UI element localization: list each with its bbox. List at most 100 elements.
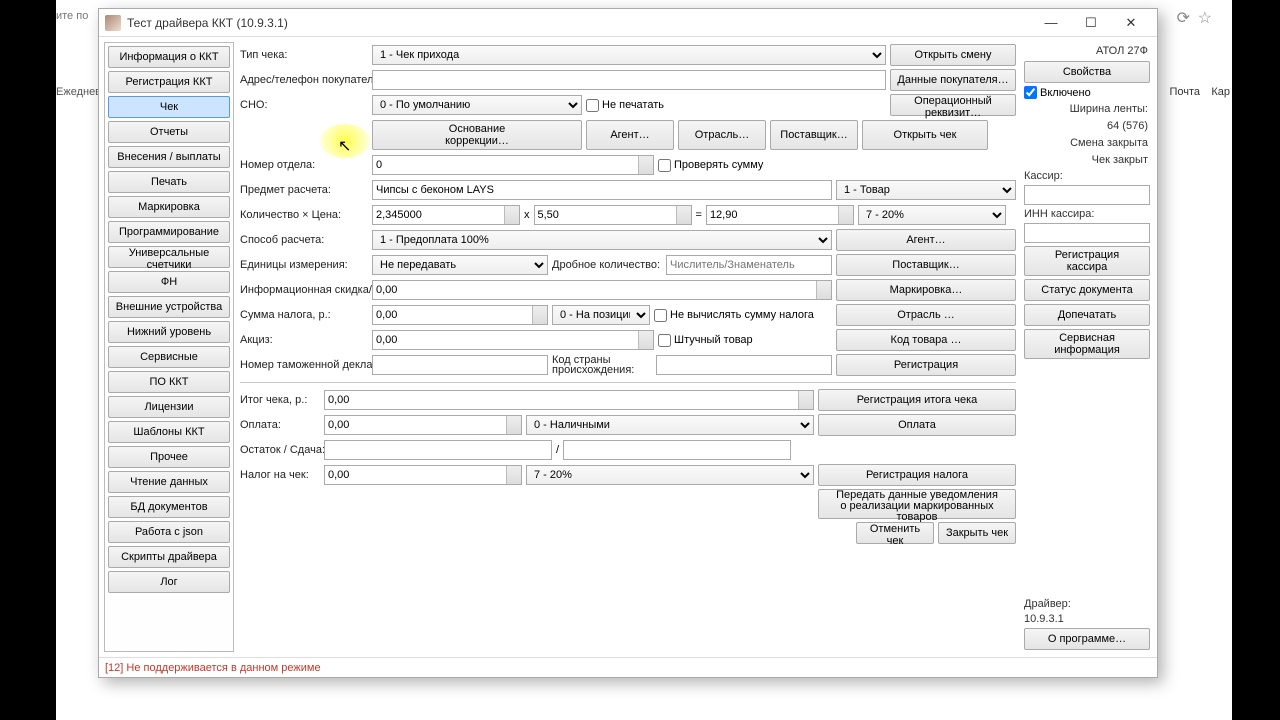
sidebar-item-14[interactable]: Лицензии — [108, 396, 230, 418]
sidebar-item-3[interactable]: Отчеты — [108, 121, 230, 143]
reload-icon[interactable]: ⟳ — [1177, 8, 1190, 28]
frac-label: Дробное количество: — [552, 259, 662, 271]
check-sum-check[interactable]: Проверять сумму — [658, 159, 763, 172]
inn-input[interactable] — [1024, 223, 1150, 243]
op-req-button[interactable]: Операционный реквизит… — [890, 94, 1016, 116]
sidebar-item-16[interactable]: Прочее — [108, 446, 230, 468]
bg-mail[interactable]: Почта — [1169, 86, 1200, 98]
sidebar-item-6[interactable]: Маркировка — [108, 196, 230, 218]
cashier-input[interactable] — [1024, 185, 1150, 205]
change-input[interactable] — [563, 440, 791, 460]
country-input[interactable] — [656, 355, 832, 375]
item-type-select[interactable]: 1 - Товар — [836, 180, 1016, 200]
addr-input[interactable] — [372, 70, 886, 90]
payment-button[interactable]: Оплата — [818, 414, 1016, 436]
pay-input[interactable] — [324, 415, 522, 435]
sidebar-item-20[interactable]: Скрипты драйвера — [108, 546, 230, 568]
sidebar-item-5[interactable]: Печать — [108, 171, 230, 193]
taxcheck-vat-select[interactable]: 7 - 20% — [526, 465, 814, 485]
dept-label: Номер отдела: — [240, 159, 368, 171]
sidebar-item-7[interactable]: Программирование — [108, 221, 230, 243]
enabled-check[interactable]: Включено — [1024, 86, 1150, 99]
tax-pos-select[interactable]: 0 - На позицию — [552, 305, 650, 325]
agent-button[interactable]: Агент… — [586, 120, 674, 150]
sidebar-item-9[interactable]: ФН — [108, 271, 230, 293]
device-name: АТОЛ 27Ф — [1024, 44, 1150, 58]
type-select[interactable]: 1 - Чек прихода — [372, 45, 886, 65]
star-icon[interactable]: ☆ — [1198, 8, 1212, 28]
sidebar-item-10[interactable]: Внешние устройства — [108, 296, 230, 318]
pay-type-select[interactable]: 0 - Наличными — [526, 415, 814, 435]
method-select[interactable]: 1 - Предоплата 100% — [372, 230, 832, 250]
buyer-data-button[interactable]: Данные покупателя… — [890, 69, 1016, 91]
open-shift-button[interactable]: Открыть смену — [890, 44, 1016, 66]
vat-select[interactable]: 7 - 20% — [858, 205, 1006, 225]
total-check-input[interactable] — [324, 390, 814, 410]
excise-input[interactable] — [372, 330, 654, 350]
sidebar-item-18[interactable]: БД документов — [108, 496, 230, 518]
tax-sum-input[interactable] — [372, 305, 548, 325]
price-input[interactable] — [534, 205, 692, 225]
type-label: Тип чека: — [240, 49, 368, 61]
reprint-button[interactable]: Допечатать — [1024, 304, 1150, 326]
sidebar-item-19[interactable]: Работа с json — [108, 521, 230, 543]
reg-cashier-button[interactable]: Регистрация кассира — [1024, 246, 1150, 276]
rest-input[interactable] — [324, 440, 552, 460]
basis-button[interactable]: Основание коррекции… — [372, 120, 582, 150]
close-check-button[interactable]: Закрыть чек — [938, 522, 1016, 544]
app-icon — [105, 15, 121, 31]
no-calc-tax-check[interactable]: Не вычислять сумму налога — [654, 309, 814, 322]
app-window: Тест драйвера ККТ (10.9.3.1) — ☐ ✕ Инфор… — [98, 8, 1158, 678]
sidebar-item-13[interactable]: ПО ККТ — [108, 371, 230, 393]
sidebar-item-0[interactable]: Информация о ККТ — [108, 46, 230, 68]
taxcheck-label: Налог на чек: — [240, 469, 320, 481]
taxcheck-input[interactable] — [324, 465, 522, 485]
sidebar-item-4[interactable]: Внесения / выплаты — [108, 146, 230, 168]
sidebar-item-8[interactable]: Универсальные счетчики — [108, 246, 230, 268]
sidebar-item-12[interactable]: Сервисные — [108, 346, 230, 368]
no-print-check[interactable]: Не печатать — [586, 99, 664, 112]
sidebar-item-21[interactable]: Лог — [108, 571, 230, 593]
item-input[interactable] — [372, 180, 832, 200]
sidebar-item-17[interactable]: Чтение данных — [108, 471, 230, 493]
industry-button[interactable]: Отрасль… — [678, 120, 766, 150]
marking-button[interactable]: Маркировка… — [836, 279, 1016, 301]
unit-select[interactable]: Не передавать — [372, 255, 548, 275]
service-button[interactable]: Сервисная информация — [1024, 329, 1150, 359]
disc-input[interactable] — [372, 280, 832, 300]
total-input[interactable] — [706, 205, 854, 225]
supplier-button[interactable]: Поставщик… — [770, 120, 858, 150]
reg-total-button[interactable]: Регистрация итога чека — [818, 389, 1016, 411]
industry2-button[interactable]: Отрасль … — [836, 304, 1016, 326]
rightbar: АТОЛ 27Ф Свойства Включено Ширина ленты:… — [1022, 42, 1152, 652]
agent2-button[interactable]: Агент… — [836, 229, 1016, 251]
piece-check[interactable]: Штучный товар — [658, 334, 753, 347]
about-button[interactable]: О программе… — [1024, 628, 1150, 650]
total-label: Итог чека, р.: — [240, 394, 320, 406]
dept-input[interactable] — [372, 155, 654, 175]
sidebar-item-15[interactable]: Шаблоны ККТ — [108, 421, 230, 443]
transmit-button[interactable]: Передать данные уведомления о реализации… — [818, 489, 1016, 519]
driver-label: Драйвер: — [1024, 598, 1150, 610]
doc-status-button[interactable]: Статус документа — [1024, 279, 1150, 301]
maximize-button[interactable]: ☐ — [1071, 10, 1111, 36]
minimize-button[interactable]: — — [1031, 10, 1071, 36]
customs-input[interactable] — [372, 355, 548, 375]
close-button[interactable]: ✕ — [1111, 10, 1151, 36]
item-code-button[interactable]: Код товара … — [836, 329, 1016, 351]
supplier2-button[interactable]: Поставщик… — [836, 254, 1016, 276]
qty-input[interactable] — [372, 205, 520, 225]
sno-select[interactable]: 0 - По умолчанию — [372, 95, 582, 115]
sidebar-item-11[interactable]: Нижний уровень — [108, 321, 230, 343]
registration-button[interactable]: Регистрация — [836, 354, 1016, 376]
sidebar-item-1[interactable]: Регистрация ККТ — [108, 71, 230, 93]
bg-cart[interactable]: Кар — [1211, 86, 1230, 98]
method-label: Способ расчета: — [240, 234, 368, 246]
props-button[interactable]: Свойства — [1024, 61, 1150, 83]
tape-value: 64 (576) — [1024, 119, 1150, 133]
reg-tax-button[interactable]: Регистрация налога — [818, 464, 1016, 486]
frac-input[interactable] — [666, 255, 832, 275]
sidebar-item-2[interactable]: Чек — [108, 96, 230, 118]
cancel-check-button[interactable]: Отменить чек — [856, 522, 934, 544]
open-check-button[interactable]: Открыть чек — [862, 120, 988, 150]
